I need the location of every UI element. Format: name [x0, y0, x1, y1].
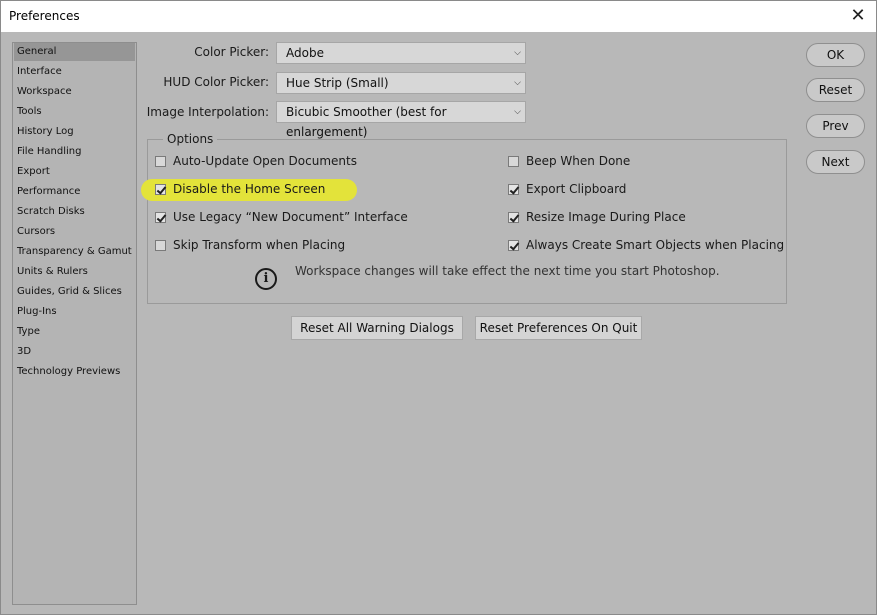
checkbox-smart-objects[interactable]: Always Create Smart Objects when Placing: [508, 237, 784, 253]
checkbox-box[interactable]: [508, 239, 519, 251]
checkbox-label: Auto-Update Open Documents: [173, 154, 357, 168]
sidebar-item-workspace[interactable]: Workspace: [14, 83, 135, 101]
checkbox-label: Use Legacy “New Document” Interface: [173, 210, 408, 224]
sidebar-item-interface[interactable]: Interface: [14, 63, 135, 81]
checkbox-resize-image[interactable]: Resize Image During Place: [508, 209, 686, 225]
hud-color-picker-label: HUD Color Picker:: [163, 75, 269, 89]
checkbox-legacy-new-document[interactable]: Use Legacy “New Document” Interface: [155, 209, 408, 225]
checkbox-box[interactable]: [155, 211, 166, 223]
sidebar-item-units-rulers[interactable]: Units & Rulers: [14, 263, 135, 281]
checkbox-auto-update[interactable]: Auto-Update Open Documents: [155, 153, 357, 169]
checkbox-box[interactable]: [155, 183, 166, 195]
sidebar-item-transparency-gamut[interactable]: Transparency & Gamut: [14, 243, 135, 261]
color-picker-select[interactable]: Adobe ⌵: [276, 42, 526, 64]
checkbox-export-clipboard[interactable]: Export Clipboard: [508, 181, 626, 197]
checkbox-box[interactable]: [508, 155, 519, 167]
sidebar-item-guides-grid-slices[interactable]: Guides, Grid & Slices: [14, 283, 135, 301]
color-picker-label: Color Picker:: [194, 45, 269, 59]
sidebar-item-type[interactable]: Type: [14, 323, 135, 341]
chevron-down-icon: ⌵: [514, 107, 521, 117]
image-interpolation-label: Image Interpolation:: [146, 105, 269, 119]
checkbox-box[interactable]: [155, 155, 166, 167]
sidebar-item-cursors[interactable]: Cursors: [14, 223, 135, 241]
prev-button[interactable]: Prev: [806, 114, 865, 138]
sidebar-item-history-log[interactable]: History Log: [14, 123, 135, 141]
reset-warning-dialogs-button[interactable]: Reset All Warning Dialogs: [291, 316, 463, 340]
sidebar-item-file-handling[interactable]: File Handling: [14, 143, 135, 161]
sidebar-item-plug-ins[interactable]: Plug-Ins: [14, 303, 135, 321]
info-icon: i: [255, 268, 277, 290]
checkbox-box[interactable]: [508, 183, 519, 195]
info-message: Workspace changes will take effect the n…: [295, 264, 720, 278]
reset-button[interactable]: Reset: [806, 78, 865, 102]
checkbox-skip-transform[interactable]: Skip Transform when Placing: [155, 237, 345, 253]
title-bar: Preferences ✕: [1, 1, 876, 32]
chevron-down-icon: ⌵: [514, 78, 521, 88]
checkbox-label: Skip Transform when Placing: [173, 238, 346, 252]
chevron-down-icon: ⌵: [514, 48, 521, 58]
category-list: General Interface Workspace Tools Histor…: [12, 42, 137, 605]
checkbox-label: Always Create Smart Objects when Placing: [526, 238, 785, 252]
sidebar-item-tools[interactable]: Tools: [14, 103, 135, 121]
checkbox-label: Beep When Done: [526, 154, 631, 168]
checkbox-disable-home-screen[interactable]: Disable the Home Screen: [155, 181, 325, 197]
image-interpolation-value: Bicubic Smoother (best for enlargement): [286, 105, 447, 139]
sidebar-item-export[interactable]: Export: [14, 163, 135, 181]
image-interpolation-select[interactable]: Bicubic Smoother (best for enlargement) …: [276, 101, 526, 139]
hud-color-picker-select[interactable]: Hue Strip (Small) ⌵: [276, 72, 526, 94]
checkbox-beep-when-done[interactable]: Beep When Done: [508, 153, 630, 169]
sidebar-item-performance[interactable]: Performance: [14, 183, 135, 201]
options-legend: Options: [163, 132, 218, 146]
checkbox-label: Resize Image During Place: [526, 210, 686, 224]
sidebar-item-general[interactable]: General: [14, 43, 135, 61]
reset-preferences-on-quit-button[interactable]: Reset Preferences On Quit: [475, 316, 642, 340]
sidebar-item-technology-previews[interactable]: Technology Previews: [14, 363, 135, 381]
window-title: Preferences: [9, 9, 80, 23]
hud-color-picker-value: Hue Strip (Small): [286, 76, 389, 90]
checkbox-box[interactable]: [155, 239, 166, 251]
color-picker-value: Adobe: [286, 46, 324, 60]
checkbox-box[interactable]: [508, 211, 519, 223]
ok-button[interactable]: OK: [806, 43, 865, 67]
sidebar-item-scratch-disks[interactable]: Scratch Disks: [14, 203, 135, 221]
close-icon[interactable]: ✕: [848, 6, 868, 26]
next-button[interactable]: Next: [806, 150, 865, 174]
checkbox-label: Export Clipboard: [526, 182, 627, 196]
sidebar-item-3d[interactable]: 3D: [14, 343, 135, 361]
preferences-dialog: Preferences ✕ General Interface Workspac…: [0, 0, 877, 615]
checkbox-label: Disable the Home Screen: [173, 182, 326, 196]
